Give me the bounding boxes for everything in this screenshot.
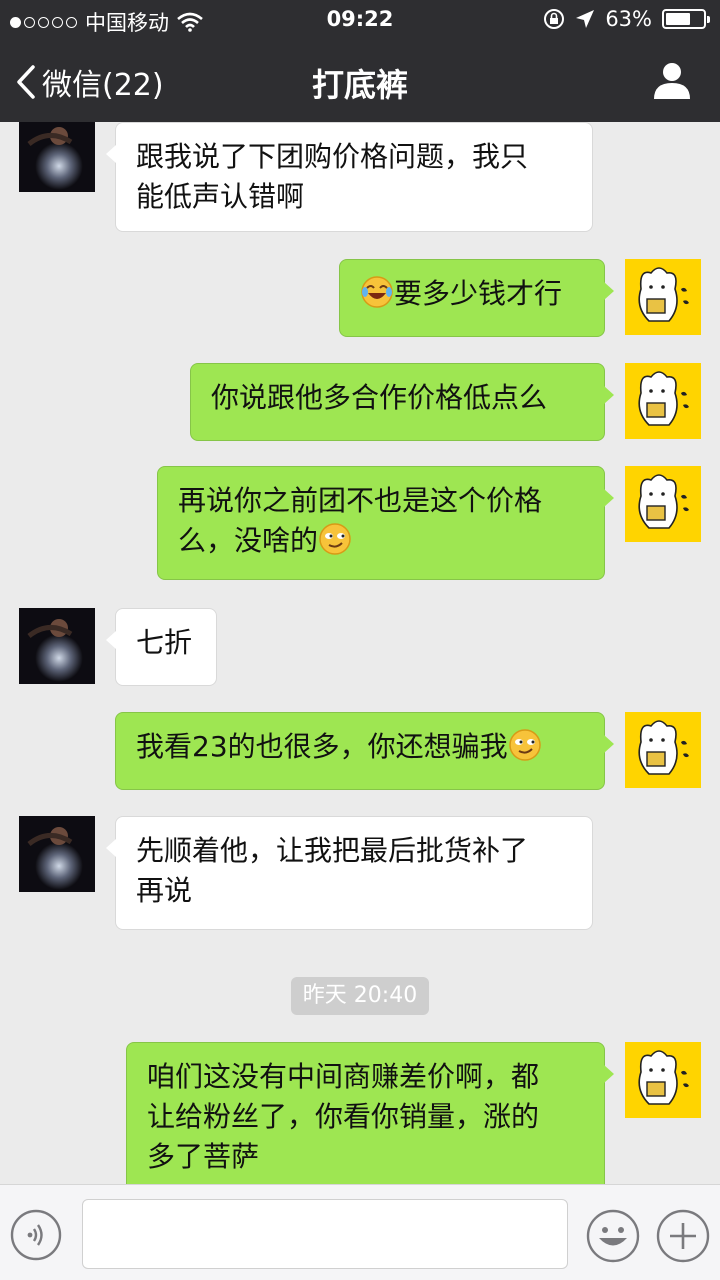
battery-percent: 63% bbox=[605, 7, 652, 31]
plus-icon[interactable] bbox=[656, 1209, 710, 1263]
my-avatar[interactable] bbox=[625, 712, 701, 788]
message-text-line: 先顺着他，让我把最后批货补了 bbox=[136, 834, 529, 867]
my-avatar[interactable] bbox=[625, 466, 701, 542]
message-text-line: 多了菩萨 bbox=[147, 1140, 260, 1173]
message-text-line: 么，没啥的 bbox=[178, 524, 319, 557]
message-bubble-outgoing[interactable]: 你说跟他多合作价格低点么 bbox=[190, 363, 614, 441]
chat-title: 打底裤 bbox=[311, 66, 408, 104]
message-text-line: 我看23的也很多，你还想骗我 bbox=[136, 730, 508, 763]
status-bar: 中国移动 09:22 63% bbox=[0, 0, 720, 40]
message-bubble-incoming[interactable]: 七折 bbox=[106, 608, 217, 686]
message-text-line: 能低声认错啊 bbox=[136, 180, 305, 213]
message-text-line: 咱们这没有中间商赚差价啊，都 bbox=[147, 1060, 540, 1093]
smirk-emoji-icon bbox=[319, 523, 351, 555]
my-avatar[interactable] bbox=[625, 259, 701, 335]
laugh-cry-emoji-icon bbox=[361, 276, 393, 308]
battery-icon bbox=[662, 9, 710, 29]
message-bubble-outgoing[interactable]: 咱们这没有中间商赚差价啊，都 让给粉丝了，你看你销量，涨的 多了菩萨 bbox=[126, 1042, 614, 1184]
message-text-line: 你说跟他多合作价格低点么 bbox=[211, 381, 548, 414]
message-bubble-incoming[interactable]: 跟我说了下团购价格问题，我只 能低声认错啊 bbox=[106, 122, 593, 232]
my-avatar[interactable] bbox=[625, 1042, 701, 1118]
contact-avatar[interactable] bbox=[19, 608, 95, 684]
message-text-line: 再说 bbox=[136, 874, 193, 907]
input-bar bbox=[0, 1184, 720, 1280]
message-bubble-outgoing[interactable]: 再说你之前团不也是这个价格 么，没啥的 bbox=[157, 466, 614, 580]
message-bubble-outgoing[interactable]: 要多少钱才行 bbox=[339, 259, 614, 337]
message-bubble-outgoing[interactable]: 我看23的也很多，你还想骗我 bbox=[115, 712, 614, 790]
emoji-icon[interactable] bbox=[586, 1209, 640, 1263]
timestamp-label: 昨天 20:40 bbox=[291, 977, 429, 1015]
contact-avatar[interactable] bbox=[19, 122, 95, 192]
smirk-emoji-icon bbox=[508, 729, 541, 761]
person-icon[interactable] bbox=[652, 60, 692, 100]
rotation-lock-icon bbox=[544, 9, 565, 29]
chat-area[interactable]: 跟我说了下团购价格问题，我只 能低声认错啊 要多少钱才行 你说跟他多合作价格低点… bbox=[0, 122, 720, 1184]
my-avatar[interactable] bbox=[625, 363, 701, 439]
voice-icon[interactable] bbox=[10, 1209, 62, 1261]
message-text-line: 跟我说了下团购价格问题，我只 bbox=[136, 140, 529, 173]
contact-avatar[interactable] bbox=[19, 816, 95, 892]
message-input[interactable] bbox=[82, 1199, 568, 1269]
message-text-line: 让给粉丝了，你看你销量，涨的 bbox=[147, 1100, 540, 1133]
location-arrow-icon bbox=[576, 10, 595, 28]
message-text-line: 要多少钱才行 bbox=[394, 277, 563, 310]
status-right: 63% bbox=[543, 7, 710, 31]
message-bubble-incoming[interactable]: 先顺着他，让我把最后批货补了 再说 bbox=[106, 816, 593, 930]
message-text-line: 再说你之前团不也是这个价格 bbox=[178, 484, 543, 517]
message-text-line: 七折 bbox=[136, 626, 193, 659]
top-bar: 中国移动 09:22 63% 微信(22) 打底裤 bbox=[0, 0, 720, 122]
nav-bar: 微信(22) 打底裤 bbox=[0, 40, 720, 122]
